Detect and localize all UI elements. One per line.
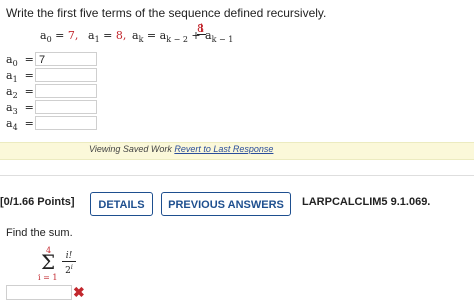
formula-ak: ak = ak − 2 + [132, 29, 201, 44]
row-label-a0: a0 = [6, 53, 34, 68]
question-reference: LARPCALCLIM5 9.1.069. [302, 196, 431, 208]
sum-denominator: 2i [65, 264, 73, 276]
row-label-a4: a4 = [6, 117, 34, 132]
row-label-a3: a3 = [6, 101, 34, 116]
sum-numerator: i! [62, 251, 76, 262]
saved-work-text: Viewing Saved Work Revert to Last Respon… [89, 144, 274, 154]
row-label-a2: a2 = [6, 85, 34, 100]
summation-expression: 4 Σ i = 1 i! 2i [38, 246, 88, 284]
row-label-a1: a1 = [6, 69, 34, 84]
question-prompt: Write the first five terms of the sequen… [6, 6, 327, 20]
formula-tail: ak − 1 [205, 29, 234, 44]
answer-input-a1[interactable] [35, 68, 97, 82]
answer-input-a0[interactable]: 7 [35, 52, 97, 66]
formula-a0: a0 = 7, [40, 29, 79, 44]
details-button[interactable]: DETAILS [90, 192, 153, 216]
previous-answers-button[interactable]: PREVIOUS ANSWERS [161, 192, 291, 216]
answer-input-a3[interactable] [35, 100, 97, 114]
points-label: [0/1.66 Points] [0, 196, 75, 208]
formula-a1: a1 = 8, [88, 29, 127, 44]
revert-link[interactable]: Revert to Last Response [174, 144, 273, 154]
sigma-icon: Σ [41, 250, 56, 274]
answer-input-a2[interactable] [35, 84, 97, 98]
x-icon: ✖ [73, 284, 85, 300]
question-divider [0, 175, 474, 176]
find-sum-instruction: Find the sum. [6, 227, 73, 239]
answer-input-a4[interactable] [35, 116, 97, 130]
sum-lower-limit: i = 1 [38, 273, 58, 282]
sum-answer-input[interactable] [6, 285, 72, 300]
